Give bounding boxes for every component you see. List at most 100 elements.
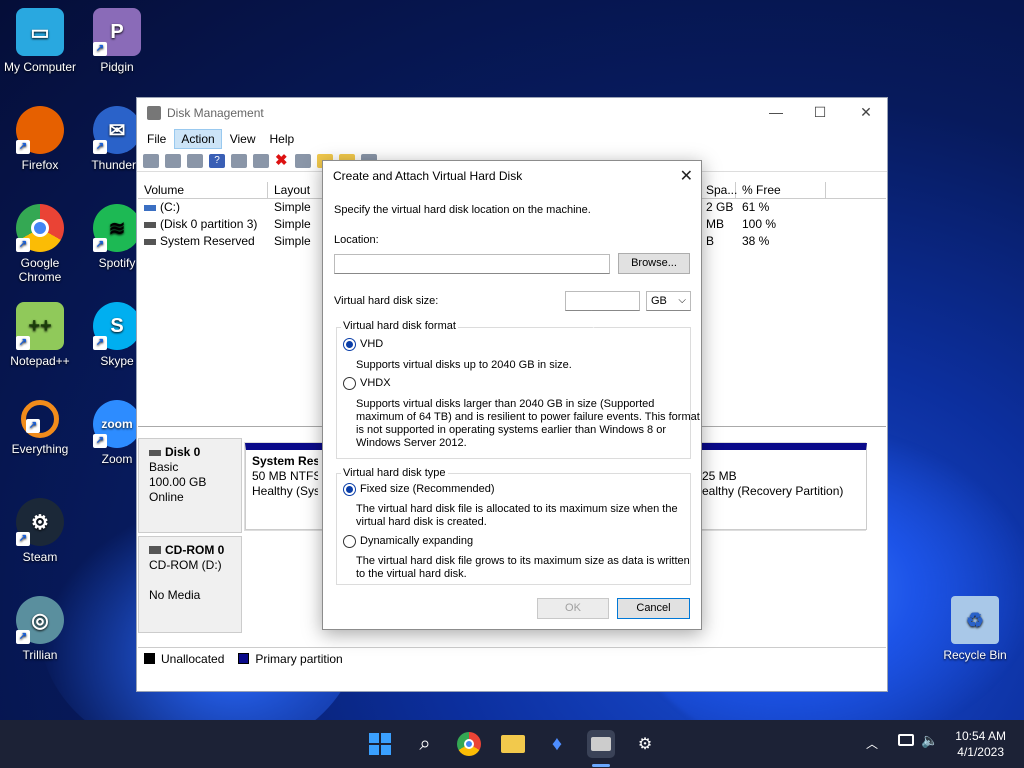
desktop-icon-firefox[interactable]: ↗ Firefox (0, 106, 80, 172)
system-clock[interactable]: 10:54 AM 4/1/2023 (955, 728, 1006, 760)
desktop-icon-label: Google Chrome (18, 256, 62, 284)
column-header-volume[interactable]: Volume (138, 182, 268, 198)
cdrom-0-status: No Media (149, 588, 201, 602)
thunderbird-icon: ✉ ↗ (93, 106, 141, 154)
notepad-plus-icon: ++ ↗ (16, 302, 64, 350)
menu-bar: File Action View Help (137, 128, 887, 150)
menu-action[interactable]: Action (174, 129, 222, 149)
vhdx-label[interactable]: VHDX (360, 377, 391, 390)
partition-system-reserved[interactable]: System Reser 50 MB NTFS Healthy (Syste (245, 443, 325, 530)
spotify-icon: ≋ ↗ (93, 204, 141, 252)
properties-icon[interactable] (187, 153, 203, 168)
forward-icon[interactable] (165, 153, 181, 168)
taskbar-steam-icon[interactable]: ⚙ (631, 730, 659, 758)
desktop-icon-label: Recycle Bin (943, 648, 1007, 662)
connect-icon[interactable] (253, 153, 269, 168)
clock-date: 4/1/2023 (957, 745, 1004, 759)
vhd-description: Supports virtual disks up to 2040 GB in … (356, 359, 572, 371)
desktop-icon-steam[interactable]: ⚙ ↗ Steam (0, 498, 80, 564)
vhd-radio[interactable] (343, 338, 356, 351)
desktop-icon-everything[interactable]: ↗ Everything (0, 400, 80, 456)
size-unit-value: GB (651, 295, 667, 307)
delete-icon[interactable]: ✖ (275, 153, 289, 168)
dynamic-radio[interactable] (343, 535, 356, 548)
column-header-capacity[interactable]: Spa... (700, 182, 737, 198)
pidgin-icon: P ↗ (93, 8, 141, 56)
fixed-size-label[interactable]: Fixed size (Recommended) (360, 483, 495, 496)
volume-free: 61 % (742, 200, 770, 214)
browse-button[interactable]: Browse... (618, 253, 690, 274)
volume-space: MB (706, 217, 724, 231)
taskbar-chrome-icon[interactable] (455, 730, 483, 758)
desktop-icon-trillian[interactable]: ◎ ↗ Trillian (0, 596, 80, 662)
desktop-icon-pidgin[interactable]: P ↗ Pidgin (77, 8, 157, 74)
menu-file[interactable]: File (141, 130, 172, 148)
partition-status: Healthy (Syste (252, 484, 318, 498)
chrome-icon: ↗ (16, 204, 64, 252)
desktop-icon-label: My Computer (3, 60, 77, 74)
column-header-free[interactable]: % Free (736, 182, 826, 198)
fixed-size-radio[interactable] (343, 483, 356, 496)
chevron-up-icon[interactable]: ︿ (866, 735, 878, 752)
menu-help[interactable]: Help (264, 130, 301, 148)
cancel-button[interactable]: Cancel (617, 598, 690, 619)
dialog-close-icon[interactable]: ✕ (680, 166, 693, 186)
desktop-icon-notepad-plus[interactable]: ++ ↗ Notepad++ (0, 302, 80, 368)
ok-button[interactable]: OK (537, 598, 609, 619)
size-label: Virtual hard disk size: (334, 295, 439, 307)
desktop-icon-chrome[interactable]: ↗ Google Chrome (0, 204, 80, 284)
network-icon[interactable] (898, 734, 914, 746)
zoom-icon: zoom ↗ (93, 400, 141, 448)
window-titlebar: Disk Management — ☐ ✕ (137, 98, 887, 128)
copy-icon[interactable] (295, 153, 311, 168)
partition-recovery[interactable]: 25 MB ealthy (Recovery Partition) (695, 443, 867, 530)
window-title: Disk Management (167, 106, 264, 120)
console-icon[interactable] (231, 153, 247, 168)
vhdx-description-line: maximum of 64 TB) and is resilient to po… (356, 411, 700, 423)
legend-unallocated: Unallocated (161, 651, 225, 666)
start-windows-icon[interactable] (366, 730, 394, 758)
legend-unallocated-swatch (144, 653, 155, 664)
size-input[interactable] (565, 291, 640, 311)
cdrom-0-label[interactable]: CD-ROM 0 CD-ROM (D:) No Media (138, 536, 242, 633)
cdrom-0-drive: CD-ROM (D:) (149, 558, 222, 572)
computer-icon: ▭ (16, 8, 64, 56)
vhdx-description-line: is not supported in operating systems ea… (356, 424, 666, 436)
volume-icon[interactable]: 🔈 (921, 732, 938, 749)
disk-0-status: Online (149, 490, 184, 504)
back-icon[interactable] (143, 153, 159, 168)
menu-view[interactable]: View (224, 130, 262, 148)
desktop-icon-label: Trillian (22, 648, 58, 662)
maximize-button[interactable]: ☐ (805, 104, 835, 121)
vhd-label[interactable]: VHD (360, 338, 383, 351)
help-icon[interactable]: ? (209, 153, 225, 168)
location-input[interactable] (334, 254, 610, 274)
location-label: Location: (334, 234, 379, 246)
desktop-icon-recycle-bin[interactable]: ♻ Recycle Bin (935, 596, 1015, 662)
file-explorer-icon[interactable] (499, 730, 527, 758)
close-window-button[interactable]: ✕ (851, 104, 881, 121)
disk-management-taskbar-icon[interactable] (587, 730, 615, 758)
desktop-icon-label: Steam (22, 550, 58, 564)
skype-icon: S ↗ (93, 302, 141, 350)
search-icon[interactable]: ⌕ (411, 730, 439, 758)
clock-time: 10:54 AM (955, 729, 1006, 743)
vhdx-radio[interactable] (343, 377, 356, 390)
chevron-down-icon: ⌵ (678, 295, 686, 306)
partition-size: 50 MB NTFS (252, 469, 318, 483)
disk-0-label[interactable]: Disk 0 Basic 100.00 GB Online (138, 438, 242, 533)
desktop-icon-my-computer[interactable]: ▭ My Computer (0, 8, 80, 74)
dynamic-label[interactable]: Dynamically expanding (360, 535, 473, 548)
volume-name: (Disk 0 partition 3) (138, 216, 268, 233)
legend-primary-swatch (238, 653, 250, 664)
trillian-icon: ◎ ↗ (16, 596, 64, 644)
size-unit-select[interactable]: GB ⌵ (646, 291, 691, 311)
volume-name: System Reserved (138, 233, 268, 250)
volume-name: (C:) (138, 199, 268, 216)
legend-bar: Unallocated Primary partition (138, 647, 886, 669)
volume-space: B (706, 234, 715, 248)
taskbar-pinned-app-icon[interactable]: ♦ (543, 730, 571, 758)
minimize-button[interactable]: — (761, 104, 791, 120)
fixed-size-description-line: virtual hard disk is created. (356, 516, 487, 528)
dialog-body: Specify the virtual hard disk location o… (323, 191, 701, 629)
